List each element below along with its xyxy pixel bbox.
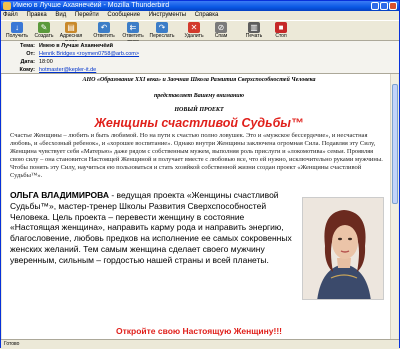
compose-button[interactable]: ✎ Создать: [31, 22, 57, 41]
compose-icon: ✎: [38, 22, 50, 33]
org-line: АНО «Образование XXI века» и Заочная Шко…: [82, 77, 316, 83]
stop-icon: ■: [275, 22, 287, 33]
junk-button[interactable]: ⊘ Спам: [208, 22, 234, 41]
subject-row: Тема: Имею в Лучше Ахаянечёий: [3, 42, 113, 50]
message-body[interactable]: АНО «Образование XXI века» и Заочная Шко…: [2, 74, 398, 339]
scrollbar-thumb[interactable]: [392, 84, 398, 204]
bio-paragraph: ОЛЬГА ВЛАДИМИРОВА - ведущая проекта «Жен…: [10, 190, 294, 266]
print-button[interactable]: ▥ Печать: [241, 22, 267, 41]
minimize-button[interactable]: [371, 2, 379, 10]
vertical-scrollbar[interactable]: [390, 74, 398, 339]
window-title: Имею в Лучше Ахаянечёий - Mozilla Thunde…: [13, 2, 170, 9]
presents-line: представляет Вашему вниманию: [153, 93, 245, 99]
status-text: Готово: [4, 341, 20, 347]
app-window: Имею в Лучше Ахаянечёий - Mozilla Thunde…: [0, 0, 400, 348]
menu-edit[interactable]: Правка: [26, 12, 46, 18]
close-button[interactable]: [389, 2, 397, 10]
reply-all-button[interactable]: ⇇Ответить всем: [118, 22, 148, 45]
from-row: От: Henrik Bridges <roymen0758@arb.com>: [3, 50, 139, 58]
delete-button[interactable]: ✕ Удалить: [181, 22, 207, 41]
forward-icon: ↷: [156, 22, 168, 33]
menu-file[interactable]: Файл: [3, 12, 18, 18]
menu-bar: Файл Правка Вид Перейти Сообщение Инстру…: [1, 11, 399, 20]
message-header: Тема: Имею в Лучше Ахаянечёий От: Henrik B…: [1, 41, 399, 74]
date-row: Дата: 18:00: [3, 58, 53, 66]
reply-button[interactable]: ↶ Ответить: [91, 22, 117, 41]
bio-name: ОЛЬГА ВЛАДИМИРОВА: [10, 190, 109, 200]
from-label: От:: [26, 51, 35, 57]
address-book-icon: ▤: [65, 22, 77, 33]
junk-icon: ⊘: [215, 22, 227, 33]
toolbar: ↓Получить ✎Создать ▤Адресная книга ↶Отве…: [1, 20, 399, 45]
date-value: 18:00: [39, 59, 53, 65]
delete-icon: ✕: [188, 22, 200, 33]
menu-message[interactable]: Сообщение: [107, 12, 140, 18]
reply-icon: ↶: [98, 22, 110, 33]
menu-tools[interactable]: Инструменты: [149, 12, 186, 18]
get-mail-button[interactable]: ↓ Получить: [4, 22, 30, 41]
to-label: Кому:: [19, 67, 35, 73]
status-bar: Готово: [1, 339, 399, 348]
portrait-image: [303, 198, 383, 299]
menu-view[interactable]: Вид: [55, 12, 66, 18]
to-row: Кому: hotmaster@kepler-it.de: [3, 66, 97, 74]
date-label: Дата:: [20, 59, 35, 65]
menu-go[interactable]: Перейти: [75, 12, 99, 18]
subject-label: Тема:: [20, 43, 35, 49]
bio-text: - ведущая проекта «Женщины счастливой Су…: [10, 190, 292, 265]
maximize-button[interactable]: [380, 2, 388, 10]
intro-paragraph: Счастье Женщины – любить и быть любимой.…: [10, 132, 383, 179]
headline: Женщины счастливой Судьбы™: [94, 116, 304, 130]
print-icon: ▥: [248, 22, 260, 33]
call-to-action: Откройте свою Настоящую Женщину!!!: [115, 326, 283, 336]
presenter-photo: [302, 197, 384, 300]
thunderbird-icon: [3, 2, 11, 10]
stop-button[interactable]: ■ Стоп: [268, 22, 294, 41]
reply-all-icon: ⇇: [127, 22, 139, 33]
new-project-line: НОВЫЙ ПРОЕКТ: [174, 107, 224, 113]
get-mail-icon: ↓: [11, 22, 23, 33]
forward-button[interactable]: ↷ Переслать: [149, 22, 175, 41]
title-bar[interactable]: Имею в Лучше Ахаянечёий - Mozilla Thunde…: [1, 1, 399, 11]
from-link[interactable]: Henrik Bridges <roymen0758@arb.com>: [39, 51, 139, 57]
address-book-button[interactable]: ▤Адресная книга: [58, 22, 84, 45]
to-link[interactable]: hotmaster@kepler-it.de: [39, 67, 96, 73]
menu-help[interactable]: Справка: [195, 12, 219, 18]
subject-value: Имею в Лучше Ахаянечёий: [39, 43, 114, 49]
